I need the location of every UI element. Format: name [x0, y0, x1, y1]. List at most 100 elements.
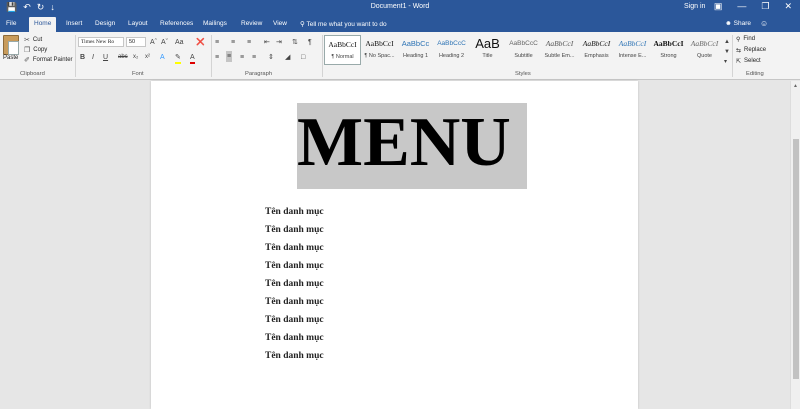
style-subtle-emphasis[interactable]: AaBbCcI Subtle Em...	[541, 35, 578, 65]
brush-icon: ✐	[24, 57, 30, 64]
change-case-icon[interactable]: Aa	[175, 38, 184, 47]
grow-font-icon[interactable]: Aˆ	[150, 38, 157, 47]
select-icon: ⇱	[736, 59, 742, 65]
align-center-icon[interactable]: ≡	[226, 51, 233, 62]
menu-item[interactable]: Tên danh mục	[265, 295, 324, 313]
clear-format-icon[interactable]: ❌	[196, 38, 205, 47]
clipboard-group-label: Clipboard	[20, 71, 45, 77]
tab-insert[interactable]: Insert	[66, 20, 82, 27]
strikethrough-icon[interactable]: abc	[118, 53, 128, 62]
style-subtitle[interactable]: AaBbCcC Subtitle	[505, 35, 542, 65]
style-intense-emphasis[interactable]: AaBbCcI Intense E...	[614, 35, 651, 65]
tab-file[interactable]: File	[6, 20, 16, 27]
tab-view[interactable]: View	[273, 20, 287, 27]
window-controls: ▣ — ❐ ✕	[714, 1, 792, 12]
font-size-box[interactable]: 50	[126, 37, 146, 47]
text-effects-icon[interactable]: A	[160, 53, 165, 62]
decrease-indent-icon[interactable]: ⇤	[264, 38, 270, 47]
increase-indent-icon[interactable]: ⇥	[276, 38, 282, 47]
styles-more-icon[interactable]: ▾	[724, 58, 727, 67]
cut-button[interactable]: ✂ Cut	[24, 36, 42, 44]
tell-me-box[interactable]: ⚲ Tell me what you want to do	[300, 20, 387, 28]
title-bar: 💾 ↶ ↻ ↓ Document1 - Word Sign in ▣ — ❐ ✕	[0, 0, 800, 16]
paste-button-label[interactable]: Paste	[3, 55, 18, 61]
menu-item[interactable]: Tên danh mục	[265, 259, 324, 277]
borders-icon[interactable]: □	[301, 53, 305, 62]
paste-icon[interactable]	[3, 35, 19, 55]
style-normal[interactable]: AaBbCcI ¶ Normal	[324, 35, 361, 65]
tab-home[interactable]: Home	[29, 17, 57, 32]
styles-scroll-up-icon[interactable]: ▲	[724, 38, 730, 47]
style-quote[interactable]: AaBbCcI Quote	[686, 35, 723, 65]
line-spacing-icon[interactable]: ⇕	[268, 53, 274, 62]
divider	[322, 35, 323, 77]
font-color-icon[interactable]: A	[190, 53, 195, 64]
replace-icon: ⇆	[736, 48, 742, 54]
style-emphasis[interactable]: AaBbCcI Emphasis	[578, 35, 615, 65]
scrollbar-thumb[interactable]	[793, 139, 799, 379]
ribbon-options-icon[interactable]: ▣	[714, 1, 723, 12]
shading-icon[interactable]: ◢	[285, 53, 290, 62]
select-button[interactable]: ⇱ Select	[736, 58, 761, 65]
numbering-icon[interactable]: ≡	[231, 38, 235, 47]
vertical-scrollbar[interactable]: ▲	[790, 81, 800, 409]
scissors-icon: ✂	[24, 37, 30, 44]
copy-icon: ❐	[24, 47, 31, 54]
editing-group-label: Editing	[746, 71, 764, 77]
bullets-icon[interactable]: ≡	[215, 38, 219, 47]
close-icon[interactable]: ✕	[784, 1, 792, 12]
highlight-icon[interactable]: ✎	[175, 53, 181, 64]
format-painter-button[interactable]: ✐ Format Painter	[24, 56, 73, 64]
tab-review[interactable]: Review	[241, 20, 262, 27]
subscript-icon[interactable]: x₂	[133, 53, 138, 62]
sort-icon[interactable]: ⇅	[292, 38, 298, 47]
styles-scroll-down-icon[interactable]: ▼	[724, 48, 730, 57]
divider	[75, 35, 76, 77]
menu-item[interactable]: Tên danh mục	[265, 349, 324, 367]
menu-item[interactable]: Tên danh mục	[265, 241, 324, 259]
menu-heading[interactable]: MENU	[297, 103, 511, 189]
ribbon: Paste ✂ Cut ❐ Copy ✐ Format Painter Clipboa…	[0, 32, 800, 80]
align-right-icon[interactable]: ≡	[240, 53, 244, 62]
tab-layout[interactable]: Layout	[128, 20, 148, 27]
styles-group-label: Styles	[515, 71, 531, 77]
share-button[interactable]: ☻ Share	[725, 20, 751, 27]
underline-icon[interactable]: U	[103, 53, 108, 62]
align-left-icon[interactable]: ≡	[215, 53, 219, 62]
divider	[211, 35, 212, 77]
font-name-box[interactable]: Times New Ro	[78, 37, 124, 47]
sign-in-link[interactable]: Sign in	[684, 3, 705, 10]
search-icon: ⚲	[736, 37, 741, 43]
menu-item[interactable]: Tên danh mục	[265, 223, 324, 241]
bold-icon[interactable]: B	[80, 53, 85, 62]
menu-item[interactable]: Tên danh mục	[265, 331, 324, 349]
style-heading-1[interactable]: AaBbCc Heading 1	[397, 35, 434, 65]
menu-item[interactable]: Tên danh mục	[265, 313, 324, 331]
style-heading-2[interactable]: AaBbCcC Heading 2	[433, 35, 470, 65]
menu-item[interactable]: Tên danh mục	[265, 277, 324, 295]
show-marks-icon[interactable]: ¶	[308, 38, 312, 47]
replace-button[interactable]: ⇆ Replace	[736, 47, 766, 54]
paragraph-group-label: Paragraph	[245, 71, 273, 77]
restore-icon[interactable]: ❐	[761, 1, 769, 12]
copy-button[interactable]: ❐ Copy	[24, 46, 47, 54]
feedback-icon[interactable]: ☺	[760, 19, 768, 28]
tab-design[interactable]: Design	[95, 20, 115, 27]
style-strong[interactable]: AaBbCcI Strong	[650, 35, 687, 65]
tab-references[interactable]: References	[160, 20, 193, 27]
justify-icon[interactable]: ≡	[252, 53, 256, 62]
font-group-label: Font	[132, 71, 144, 77]
tab-mailings[interactable]: Mailings	[203, 20, 227, 27]
italic-icon[interactable]: I	[92, 53, 94, 62]
superscript-icon[interactable]: x²	[145, 53, 150, 62]
shrink-font-icon[interactable]: Aˇ	[161, 38, 168, 47]
style-title[interactable]: AaB Title	[469, 35, 506, 65]
multilevel-list-icon[interactable]: ≡	[247, 38, 251, 47]
find-button[interactable]: ⚲ Find	[736, 36, 755, 43]
person-icon: ☻	[725, 20, 734, 27]
style-no-spacing[interactable]: AaBbCcI ¶ No Spac...	[361, 35, 398, 65]
menu-item[interactable]: Tên danh mục	[265, 205, 324, 223]
scroll-up-icon[interactable]: ▲	[793, 83, 798, 89]
minimize-icon[interactable]: —	[737, 1, 746, 12]
ribbon-tab-row: File Home Insert Design Layout Reference…	[0, 16, 800, 32]
